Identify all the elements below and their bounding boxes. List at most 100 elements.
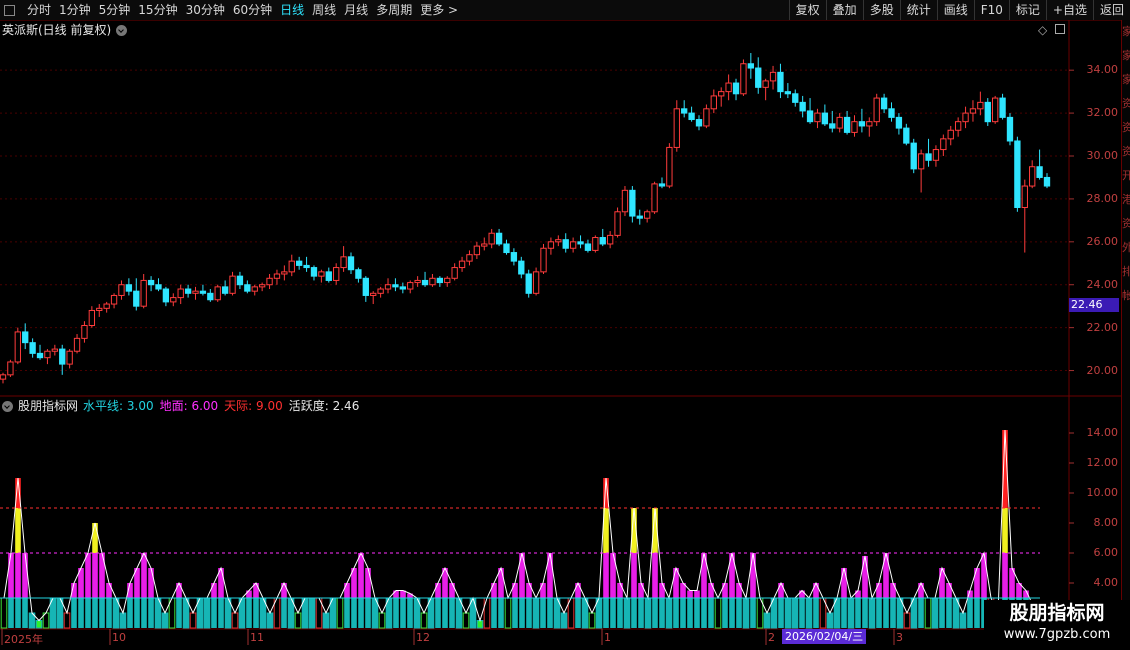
candle-body bbox=[44, 350, 51, 359]
candle-body bbox=[806, 110, 814, 123]
indicator-bar-base bbox=[813, 598, 819, 628]
indicator-bar-base bbox=[603, 598, 609, 628]
candle-body bbox=[555, 239, 562, 243]
candle-body bbox=[451, 267, 458, 279]
candle-body bbox=[66, 350, 73, 365]
indicator-dropdown-icon[interactable] bbox=[2, 400, 13, 412]
candle-body bbox=[214, 286, 221, 301]
indicator-bar bbox=[931, 597, 939, 629]
indicator-bar-base bbox=[659, 598, 665, 628]
indicator-bar-base bbox=[8, 598, 14, 628]
indicator-bar-mid bbox=[92, 523, 98, 553]
indicator-bar-base bbox=[939, 598, 945, 628]
indicator-bar-base bbox=[680, 598, 686, 628]
indicator-bar-ground bbox=[1002, 553, 1008, 598]
indicator-bar bbox=[763, 612, 771, 629]
candle-body bbox=[310, 267, 318, 277]
indicator-bar-ground bbox=[694, 590, 700, 598]
candle-body bbox=[725, 82, 732, 93]
indicator-bar bbox=[791, 597, 799, 629]
current-price-tag: 22.46 bbox=[1069, 298, 1119, 312]
indicator-bar bbox=[560, 612, 568, 629]
candle-body bbox=[969, 108, 977, 114]
price-tick-label: 28.00 bbox=[1086, 191, 1119, 205]
candle-body bbox=[947, 129, 954, 140]
price-tick-label: 22.00 bbox=[1086, 320, 1119, 334]
indicator-bar-ground bbox=[512, 583, 518, 598]
indicator-bar-base bbox=[974, 598, 980, 628]
indicator-bar-ground bbox=[148, 568, 154, 598]
indicator-bar-ground bbox=[708, 583, 714, 598]
indicator-bar-base bbox=[22, 598, 28, 628]
indicator-bar bbox=[336, 597, 344, 629]
candle-body bbox=[59, 348, 66, 365]
candle-body bbox=[273, 273, 281, 279]
cursor-date-tag: 2026/02/04/三 bbox=[782, 629, 867, 644]
indicator-tick-label: 4.00 bbox=[1093, 576, 1119, 589]
month-label: 2025年 bbox=[4, 633, 43, 646]
indicator-bar-ground bbox=[281, 583, 287, 598]
indicator-legend: 水平线: 3.00 地面: 6.00 天际: 9.00 活跃度: 2.46 bbox=[83, 398, 359, 414]
indicator-bar-ground bbox=[211, 583, 217, 598]
candle-body bbox=[525, 273, 532, 294]
indicator-bar-ground bbox=[92, 553, 98, 598]
candle-body bbox=[14, 331, 21, 363]
candle-body bbox=[73, 337, 81, 352]
indicator-bar-ground bbox=[358, 553, 364, 598]
indicator-bar bbox=[504, 597, 512, 629]
side-strip-char: 帐 bbox=[1122, 284, 1130, 308]
candle-body bbox=[532, 271, 540, 294]
indicator-bar-base bbox=[799, 598, 805, 628]
indicator-bar-base bbox=[526, 598, 532, 628]
indicator-bar-ground bbox=[638, 583, 644, 598]
watermark: 股朋指标网 www.7gpzb.com bbox=[984, 600, 1130, 650]
candle-body bbox=[384, 284, 392, 290]
side-strip-char: 港 bbox=[1122, 188, 1130, 212]
indicator-bar-base bbox=[85, 598, 91, 628]
candle-body bbox=[22, 331, 29, 344]
candle-body bbox=[221, 286, 229, 294]
candle-body bbox=[777, 71, 784, 93]
indicator-bar-ground bbox=[435, 583, 441, 598]
candle-body bbox=[688, 112, 695, 121]
candle-body bbox=[954, 121, 962, 131]
candle-body bbox=[836, 116, 843, 129]
chart-canvas[interactable] bbox=[0, 0, 1130, 650]
candle-body bbox=[917, 153, 925, 170]
indicator-bar-base bbox=[127, 598, 133, 628]
candle-body bbox=[473, 245, 481, 256]
indicator-bar-ground bbox=[778, 583, 784, 598]
indicator-bar bbox=[203, 597, 211, 629]
indicator-bar bbox=[847, 597, 855, 629]
indicator-bar-base bbox=[15, 598, 21, 628]
indicator-bar-base bbox=[631, 598, 637, 628]
indicator-bar-base bbox=[92, 598, 98, 628]
candle-body bbox=[762, 80, 769, 88]
indicator-bar-ground bbox=[246, 590, 252, 598]
candle-body bbox=[1043, 176, 1051, 187]
indicator-bar-ground bbox=[946, 583, 952, 598]
indicator-bar bbox=[119, 612, 127, 629]
indicator-bar-base bbox=[498, 598, 504, 628]
candle-body bbox=[769, 71, 777, 82]
legend-item: 水平线: 3.00 bbox=[83, 399, 154, 413]
indicator-bar-base bbox=[841, 598, 847, 628]
candle-body bbox=[681, 108, 688, 114]
candle-body bbox=[118, 284, 125, 296]
side-strip[interactable]: 家家家资资资开港资外排帐 bbox=[1121, 20, 1130, 630]
indicator-bar-base bbox=[855, 598, 861, 628]
candle-body bbox=[910, 142, 917, 170]
indicator-bar-base bbox=[344, 598, 350, 628]
month-label: 12 bbox=[416, 631, 430, 644]
indicator-bar bbox=[805, 597, 813, 629]
side-strip-char: 资 bbox=[1122, 212, 1130, 236]
candle-body bbox=[7, 361, 14, 376]
candle-body bbox=[184, 288, 192, 294]
candle-body bbox=[88, 309, 96, 326]
price-tick-label: 24.00 bbox=[1086, 277, 1119, 291]
candle-body bbox=[577, 241, 584, 245]
candle-body bbox=[407, 282, 414, 290]
indicator-tick-label: 14.00 bbox=[1086, 426, 1119, 439]
candle-body bbox=[258, 284, 266, 288]
legend-item: 地面: 6.00 bbox=[159, 399, 219, 413]
